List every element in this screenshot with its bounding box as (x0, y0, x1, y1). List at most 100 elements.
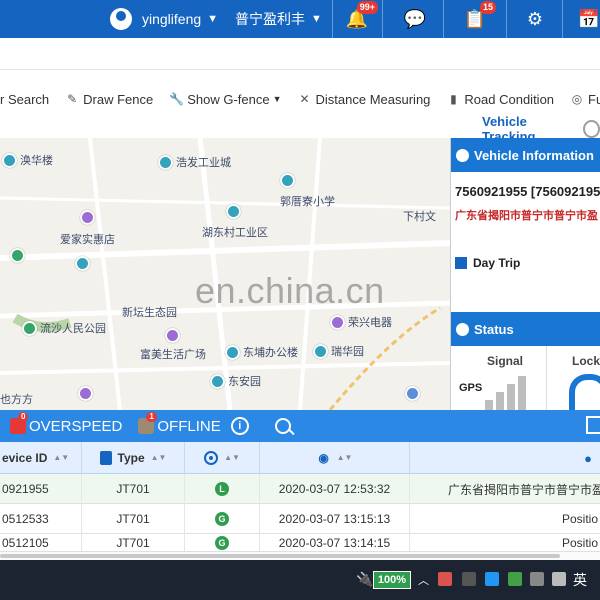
chevron-down-icon: ▼ (311, 13, 322, 25)
toggle-switch[interactable] (582, 120, 600, 138)
map-poi[interactable] (80, 210, 98, 225)
cell-type: JT701 (82, 534, 185, 551)
os-taskbar: 🔌 100% ︿ 英 (0, 560, 600, 600)
fullscreen-tool[interactable]: ◎ Full I (570, 92, 600, 107)
lock-label: Lock (572, 354, 600, 368)
draw-fence-label: Draw Fence (83, 91, 154, 107)
map-poi[interactable]: 瑞华园 (313, 343, 364, 359)
vehicle-info-title: Vehicle Information (474, 147, 594, 163)
map-pin-icon (313, 343, 328, 359)
map-poi[interactable]: 新坛生态园 (122, 304, 177, 320)
horizontal-scrollbar[interactable] (0, 552, 600, 560)
map-poi[interactable]: 浩发工业城 (158, 154, 231, 170)
company-name: 普宁盈利丰 (235, 11, 305, 27)
table-row[interactable]: 0512533 JT701 G 2020-03-07 13:15:13 Posi… (0, 504, 600, 534)
map-poi[interactable]: 荣兴电器 (330, 314, 392, 330)
info-circle-icon (456, 148, 469, 162)
offline-label: OFFLINE (157, 417, 221, 435)
chat-icon: 💬 (403, 8, 427, 29)
settings-button[interactable]: ⚙ (512, 0, 558, 38)
ime-indicator[interactable]: 英 (573, 570, 587, 590)
search-tool[interactable]: r Search (0, 92, 49, 107)
map-poi[interactable] (78, 386, 96, 401)
map-poi[interactable]: 东安园 (210, 373, 261, 389)
map-poi[interactable] (405, 386, 423, 401)
map-poi[interactable] (75, 256, 93, 271)
map-poi[interactable]: 也方方 (0, 391, 33, 407)
status-title: Status (474, 321, 514, 337)
map-poi[interactable]: 涣华楼 (2, 152, 53, 168)
search-icon[interactable] (274, 418, 291, 434)
map-poi[interactable] (280, 173, 298, 188)
notifications-button[interactable]: 🔔 99+ (334, 0, 380, 38)
map-pin-icon (226, 204, 241, 219)
road-condition-tool[interactable]: ▮ Road Condition (446, 92, 554, 107)
offline-filter[interactable]: 1 OFFLINE (138, 412, 221, 435)
map-poi[interactable]: 东埔办公楼 (225, 344, 298, 360)
map-pin-icon (405, 386, 420, 401)
map-poi[interactable] (165, 328, 183, 343)
messages-button[interactable]: 💬 (392, 0, 438, 38)
cell-time: 2020-03-07 12:53:32 (260, 474, 410, 504)
column-type[interactable]: Type ▲▼ (82, 442, 185, 474)
tray-app-icon[interactable] (485, 572, 499, 586)
user-menu[interactable]: yinglifeng ▼ (110, 5, 218, 33)
distance-measuring-tool[interactable]: ✕ Distance Measuring (298, 91, 431, 107)
column-location[interactable]: ● (410, 442, 600, 474)
fullscreen-label: Full I (588, 91, 600, 107)
shop-pin-icon (78, 386, 93, 401)
road-condition-label: Road Condition (464, 91, 555, 107)
table-row[interactable]: 0512105 JT701 G 2020-03-07 13:14:15 Posi… (0, 534, 600, 552)
day-trip-label: Day Trip (473, 256, 521, 270)
tray-message-icon[interactable] (530, 572, 544, 586)
overspeed-icon: 0 (10, 412, 29, 434)
tray-app-icon[interactable] (438, 572, 452, 586)
map-poi[interactable] (10, 248, 28, 263)
shop-pin-icon (80, 210, 95, 225)
info-icon[interactable]: i (230, 417, 249, 435)
map-poi[interactable]: 下村文 (403, 208, 436, 224)
cell-status: L (185, 474, 260, 504)
poi-label: 郭厝寮小学 (280, 196, 335, 208)
expand-icon[interactable] (586, 416, 600, 434)
speaker-icon[interactable] (552, 572, 566, 586)
tray-check-icon[interactable] (508, 572, 522, 586)
column-device-id-label: evice ID (2, 451, 48, 465)
poi-label: 瑞华园 (331, 346, 364, 358)
chevron-up-icon[interactable]: ︿ (418, 572, 429, 588)
poi-label: 下村文 (403, 211, 436, 223)
column-device-id[interactable]: evice ID ▲▼ (0, 442, 82, 474)
scrollbar-thumb[interactable] (0, 554, 560, 558)
battery-indicator[interactable]: 100% (373, 571, 411, 589)
company-selector[interactable]: 普宁盈利丰 ▼ (235, 5, 322, 33)
overspeed-count: 0 (18, 412, 29, 422)
map-poi[interactable] (226, 204, 244, 219)
tasks-button[interactable]: 📋 15 (452, 0, 498, 38)
table-row[interactable]: 0921955 JT701 L 2020-03-07 12:53:32 广东省揭… (0, 474, 600, 504)
poi-label: 富美生活广场 (140, 349, 206, 361)
status-icon (456, 322, 469, 336)
column-status[interactable]: ▲▼ (185, 442, 260, 474)
user-avatar-icon (110, 8, 132, 30)
status-dot-icon: G (215, 536, 229, 550)
draw-fence-tool[interactable]: ✎ Draw Fence (65, 92, 153, 107)
distance-measuring-label: Distance Measuring (315, 91, 431, 107)
notifications-badge: 99+ (356, 1, 378, 14)
caret-down-icon: ▼ (272, 94, 282, 104)
calendar-button[interactable]: 📅 (566, 0, 600, 38)
status-dot-icon: L (215, 482, 229, 496)
day-trip-link[interactable]: Day Trip (455, 256, 520, 270)
vehicle-info-panel: Vehicle Information 7560921955 [75609219… (450, 138, 600, 410)
vehicle-info-header[interactable]: Vehicle Information (451, 138, 600, 172)
header-divider (332, 0, 333, 38)
header-divider (443, 0, 444, 38)
column-time[interactable]: ◉ ▲▼ (260, 442, 410, 474)
overspeed-filter[interactable]: 0 OVERSPEED (10, 412, 122, 435)
tray-app-icon[interactable] (462, 572, 476, 586)
map-poi[interactable]: 流沙人民公园 (22, 320, 106, 336)
map-pin-icon (210, 373, 225, 389)
status-header[interactable]: Status (451, 312, 600, 346)
power-plug-icon: 🔌 (356, 571, 374, 587)
show-gfence-tool[interactable]: 🔧 Show G-fence ▼ (169, 92, 281, 107)
park-pin-icon (10, 248, 25, 263)
